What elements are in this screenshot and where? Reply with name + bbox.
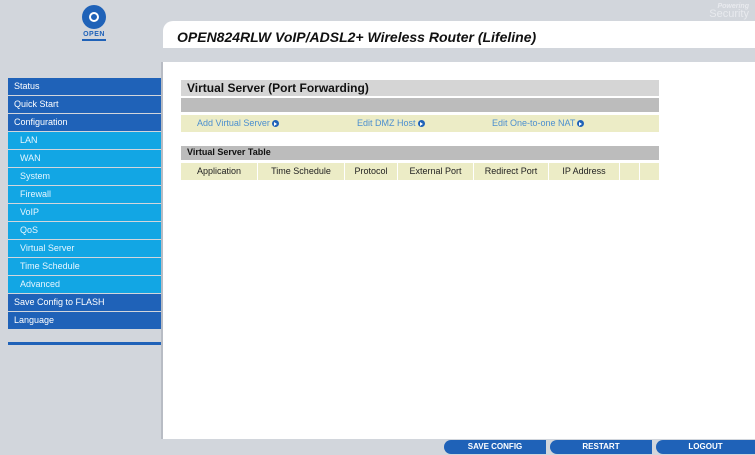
edit-dmz-host-label: Edit DMZ Host (357, 118, 416, 128)
column-divider (639, 163, 640, 180)
content-divider (161, 62, 163, 439)
arrow-circle-icon (271, 120, 279, 127)
table-title-bar: Virtual Server Table (181, 146, 659, 160)
sidebar-item-qos[interactable]: QoS (8, 222, 161, 239)
sidebar-bottom-edge (8, 342, 161, 345)
brand-tagline-line2: Security (709, 8, 749, 20)
column-header-protocol: Protocol (354, 166, 388, 176)
action-links-row: Add Virtual Server Edit DMZ Host Edit On… (181, 115, 659, 132)
section-header: Virtual Server (Port Forwarding) (181, 80, 659, 96)
sidebar-item-time-schedule[interactable]: Time Schedule (8, 258, 161, 275)
add-virtual-server-label: Add Virtual Server (197, 118, 270, 128)
page-title: OPEN824RLW VoIP/ADSL2+ Wireless Router (… (177, 29, 537, 45)
arrow-circle-icon (417, 120, 425, 127)
table-title: Virtual Server Table (187, 147, 271, 157)
sidebar-item-lan[interactable]: LAN (8, 132, 161, 149)
save-config-button[interactable]: SAVE CONFIG (444, 440, 546, 454)
section-spacer-bar (181, 98, 659, 112)
sidebar-item-voip[interactable]: VoIP (8, 204, 161, 221)
sidebar-item-quick-start[interactable]: Quick Start (8, 96, 161, 113)
page-title-panel: OPEN824RLW VoIP/ADSL2+ Wireless Router (… (163, 21, 755, 48)
sidebar-item-status[interactable]: Status (8, 78, 161, 95)
arrow-circle-icon (577, 120, 585, 127)
sidebar-item-advanced[interactable]: Advanced (8, 276, 161, 293)
add-virtual-server-link[interactable]: Add Virtual Server (197, 118, 279, 128)
logout-button[interactable]: LOGOUT (656, 440, 755, 454)
sidebar-item-firewall[interactable]: Firewall (8, 186, 161, 203)
sidebar-item-system[interactable]: System (8, 168, 161, 185)
column-divider (619, 163, 620, 180)
section-title: Virtual Server (Port Forwarding) (187, 81, 369, 95)
column-header-application: Application (196, 166, 242, 176)
virtual-server-table-header: Application Time Schedule Protocol Exter… (181, 163, 659, 180)
open-logo: OPEN (64, 5, 124, 53)
edit-dmz-host-link[interactable]: Edit DMZ Host (357, 118, 425, 128)
sidebar-item-save-config-to-flash[interactable]: Save Config to FLASH (8, 294, 161, 311)
sidebar-item-wan[interactable]: WAN (8, 150, 161, 167)
logo-text: OPEN (83, 31, 105, 38)
sidebar-item-configuration[interactable]: Configuration (8, 114, 161, 131)
restart-button[interactable]: RESTART (550, 440, 652, 454)
brand-tagline: Powering Security (709, 3, 749, 20)
column-header-redirect-port: Redirect Port (484, 166, 538, 176)
sidebar-item-language[interactable]: Language (8, 312, 161, 329)
logo-underline (82, 39, 106, 41)
sidebar-item-virtual-server[interactable]: Virtual Server (8, 240, 161, 257)
logo-circle-icon (82, 5, 106, 29)
column-header-external-port: External Port (409, 166, 462, 176)
sidebar-nav: Status Quick Start Configuration LAN WAN… (8, 78, 161, 330)
column-header-ip-address: IP Address (562, 166, 606, 176)
edit-one-to-one-nat-link[interactable]: Edit One-to-one NAT (492, 118, 585, 128)
column-header-time-schedule: Time Schedule (271, 166, 331, 176)
edit-one-to-one-nat-label: Edit One-to-one NAT (492, 118, 576, 128)
